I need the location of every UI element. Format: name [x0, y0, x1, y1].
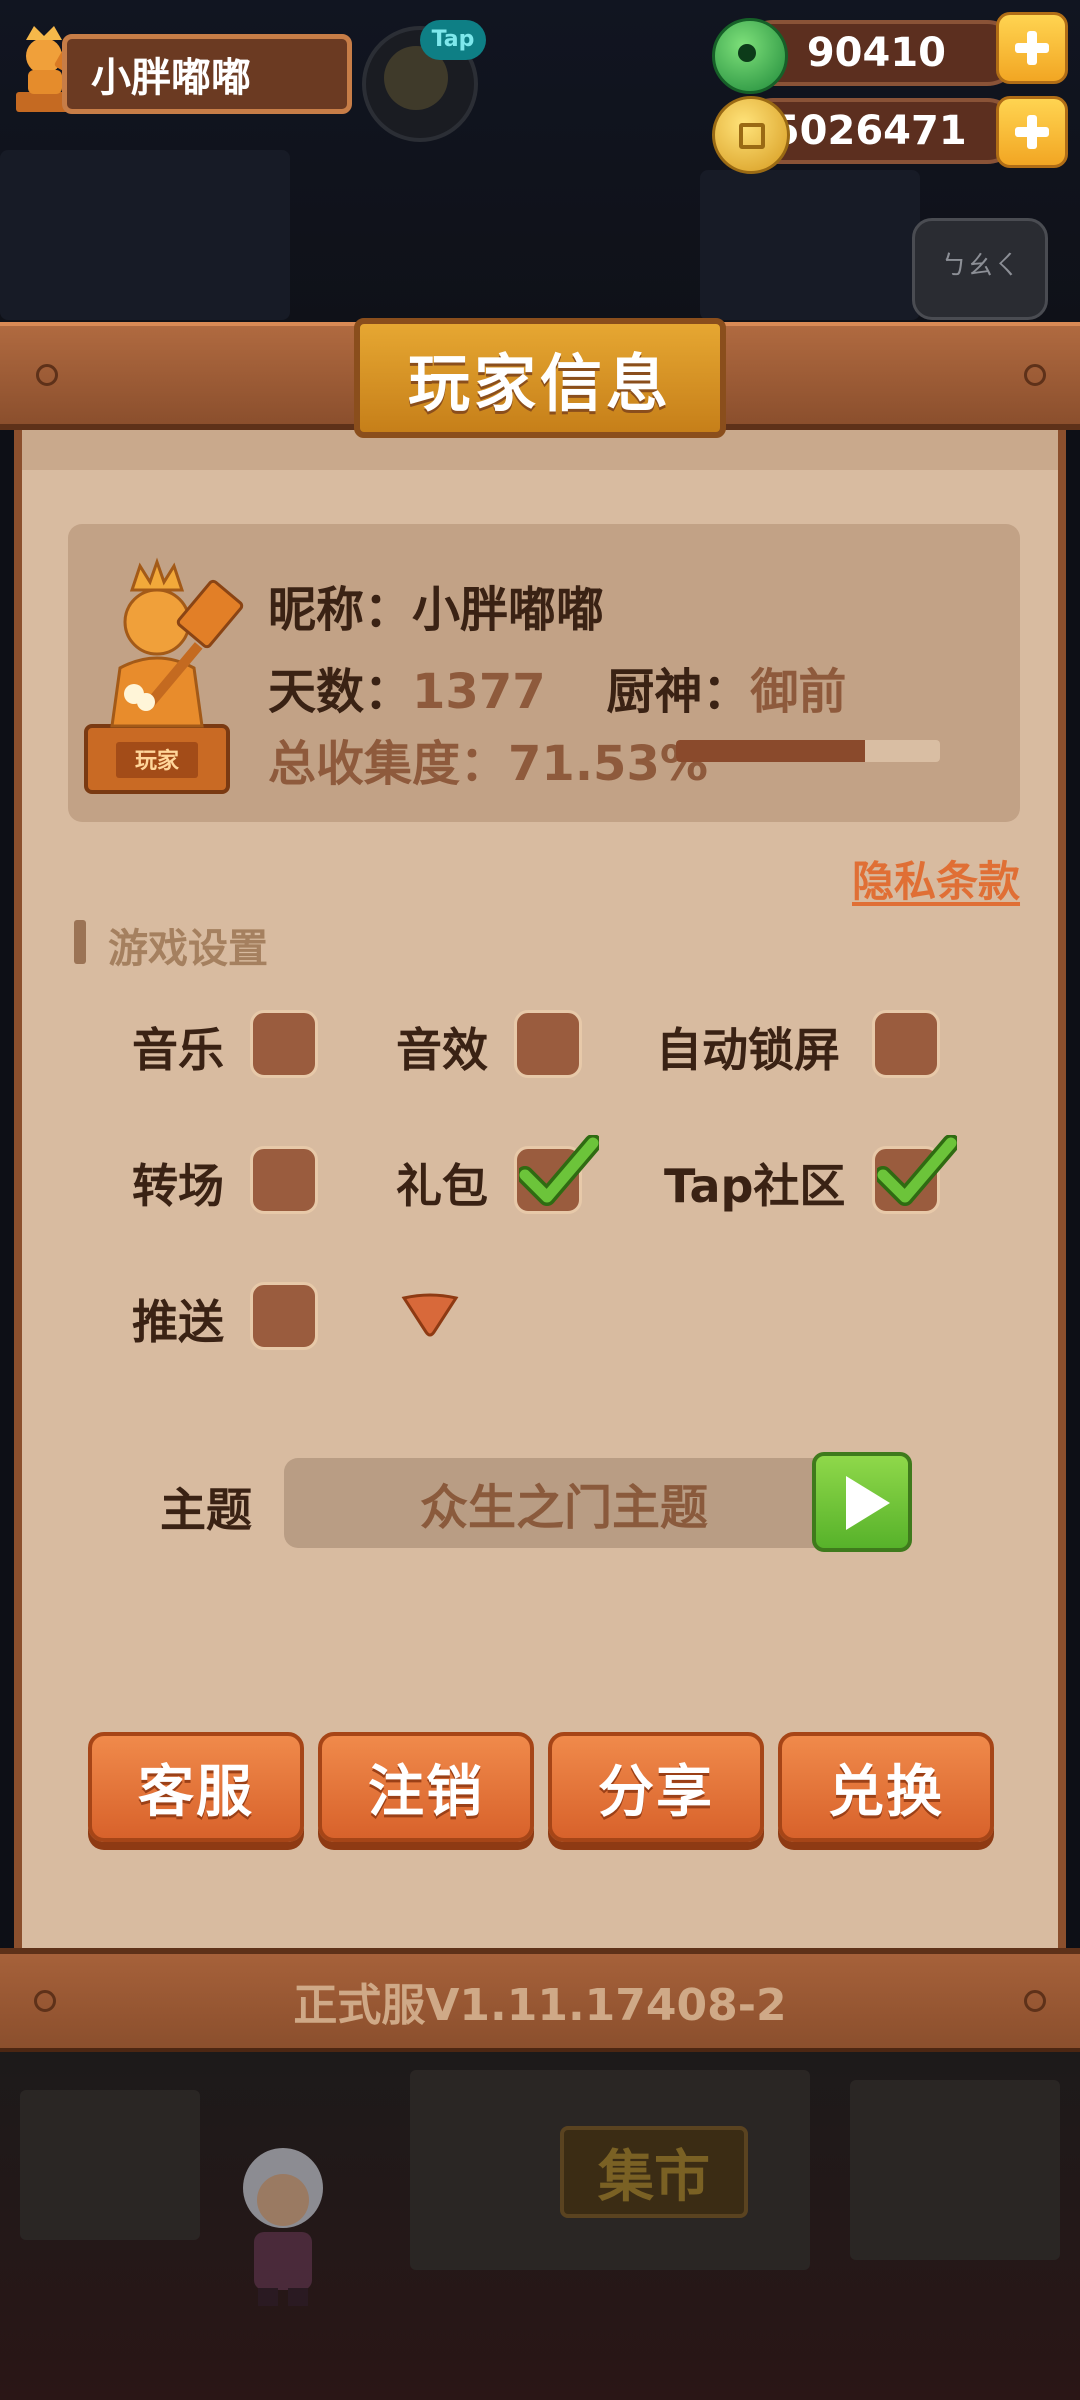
- background-building: [0, 150, 290, 320]
- customer-service-button[interactable]: 客服: [88, 1732, 304, 1842]
- add-jade-button[interactable]: [996, 12, 1068, 84]
- nickname-value: 小胖嘟嘟: [412, 582, 605, 638]
- section-marker: [74, 920, 86, 964]
- collection-progress-fill: [676, 740, 865, 762]
- player-name-pill[interactable]: 小胖嘟嘟: [62, 34, 352, 114]
- settings-title: 游戏设置: [108, 926, 268, 972]
- setting-label-sound: 音效: [396, 1023, 488, 1077]
- collection-row: 总收集度：71.53%: [268, 724, 708, 794]
- dropdown-arrow-icon[interactable]: [400, 1292, 460, 1338]
- setting-label-push: 推送: [132, 1295, 224, 1349]
- rivet: [1024, 364, 1046, 386]
- coin-icon: [712, 96, 790, 174]
- background-building: [700, 170, 920, 320]
- market-stall: [20, 2090, 200, 2240]
- check-icon: [519, 1135, 599, 1206]
- nickname-label: 昵称：: [268, 582, 413, 638]
- rivet: [36, 364, 58, 386]
- days-row: 天数：1377 厨神：御前: [268, 652, 846, 722]
- statue-icon: 玩家: [84, 557, 244, 794]
- chef-value: 御前: [750, 664, 847, 720]
- collection-label: 总收集度：: [268, 736, 509, 792]
- panel-title: 玩家信息: [354, 318, 726, 438]
- statue-tag: 玩家: [135, 748, 180, 774]
- nickname-row: 昵称：小胖嘟嘟: [268, 570, 604, 640]
- check-icon: [877, 1135, 957, 1206]
- speech-bubble: ㄅㄠㄑ: [912, 218, 1048, 320]
- redeem-button[interactable]: 兑换: [778, 1732, 994, 1842]
- theme-value: 众生之门主题: [419, 1480, 708, 1536]
- setting-label-transition: 转场: [132, 1159, 224, 1213]
- player-name: 小胖嘟嘟: [91, 55, 251, 101]
- market-sign[interactable]: 集市: [560, 2126, 748, 2218]
- days-label: 天数：: [268, 664, 413, 720]
- logout-button[interactable]: 注销: [318, 1732, 534, 1842]
- theme-label: 主题: [160, 1483, 252, 1537]
- chef-label: 厨神：: [606, 664, 751, 720]
- rivet: [34, 1990, 56, 2012]
- setting-label-gift: 礼包: [396, 1159, 488, 1213]
- theme-play-button[interactable]: [812, 1452, 912, 1552]
- jade-amount: 90410: [806, 30, 946, 76]
- checkbox-autolock[interactable]: [872, 1010, 940, 1078]
- theme-selector[interactable]: 众生之门主题: [284, 1458, 844, 1548]
- checkbox-music[interactable]: [250, 1010, 318, 1078]
- add-coin-button[interactable]: [996, 96, 1068, 168]
- tap-badge: Tap: [420, 20, 486, 60]
- market-stall: [850, 2080, 1060, 2260]
- version-label: 正式服V1.11.17408-2: [293, 1980, 787, 2031]
- checkbox-gift[interactable]: [514, 1135, 599, 1214]
- collection-progress-bar: [676, 740, 940, 762]
- checkbox-tap-community[interactable]: [872, 1135, 957, 1214]
- setting-label-music: 音乐: [132, 1023, 224, 1077]
- setting-label-tap-community: Tap社区: [664, 1159, 846, 1213]
- checkbox-sound[interactable]: [514, 1010, 582, 1078]
- panel-bottom-board: 正式服V1.11.17408-2: [0, 1948, 1080, 2052]
- privacy-link[interactable]: 隐私条款: [852, 848, 1020, 909]
- jade-icon: [712, 18, 788, 94]
- checkbox-push[interactable]: [250, 1282, 318, 1350]
- share-button[interactable]: 分享: [548, 1732, 764, 1842]
- rivet: [1024, 1990, 1046, 2012]
- checkbox-transition[interactable]: [250, 1146, 318, 1214]
- days-value: 1377: [412, 664, 546, 720]
- setting-label-autolock: 自动锁屏: [656, 1023, 840, 1077]
- chef-character-icon: [243, 2148, 323, 2306]
